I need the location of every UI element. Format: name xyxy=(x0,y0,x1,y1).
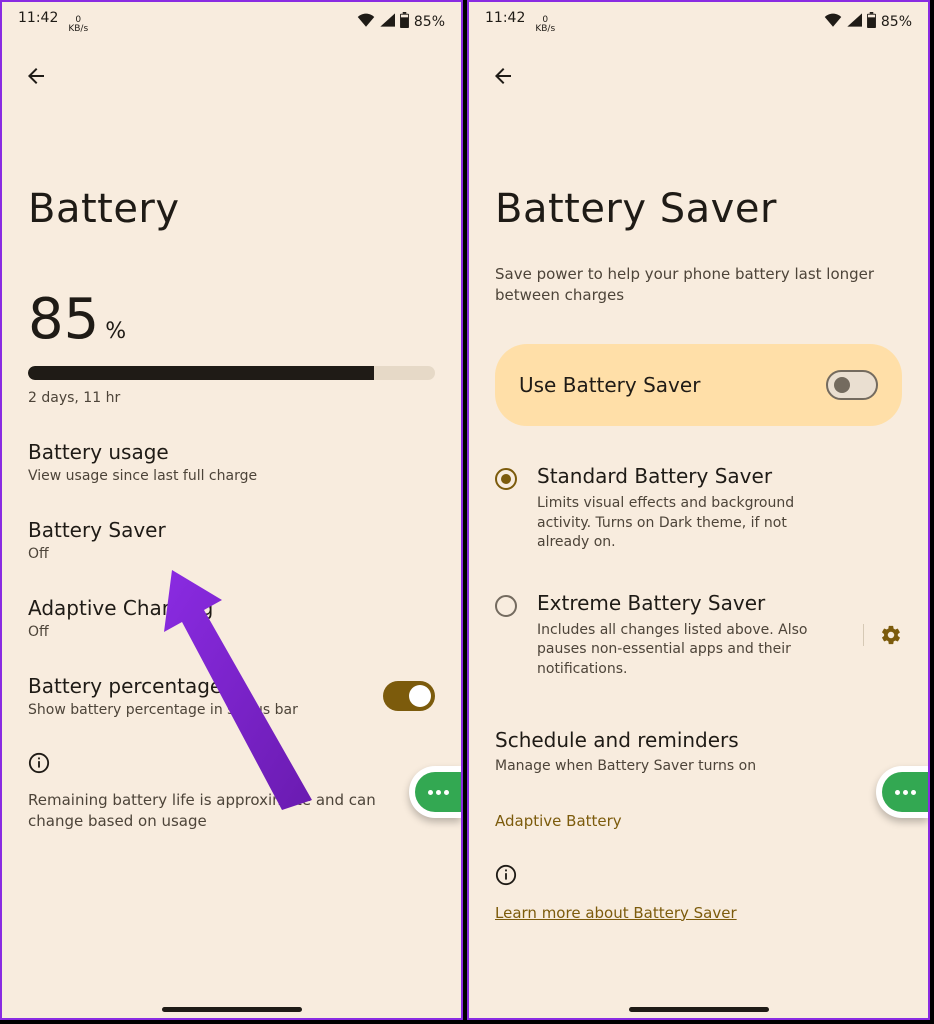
page-description: Save power to help your phone battery la… xyxy=(495,264,902,306)
radio-unselected-icon xyxy=(495,595,517,617)
status-time: 11:42 xyxy=(18,10,58,26)
page-title: Battery Saver xyxy=(495,186,902,232)
back-button[interactable] xyxy=(483,56,523,96)
info-footer: Remaining battery life is approximate an… xyxy=(28,790,435,832)
battery-estimate: 2 days, 11 hr xyxy=(28,390,435,406)
adaptive-charging-row[interactable]: Adaptive Charging Off xyxy=(28,596,435,640)
battery-percentage-readout: 85 % xyxy=(28,292,435,348)
use-battery-saver-toggle[interactable] xyxy=(826,370,878,400)
battery-usage-row[interactable]: Battery usage View usage since last full… xyxy=(28,440,435,484)
screen-battery-saver: 11:42 0KB/s 85% Batte xyxy=(467,0,930,1020)
wifi-icon xyxy=(824,13,842,31)
fab-more[interactable] xyxy=(409,766,461,818)
battery-bar xyxy=(28,366,435,380)
status-battery-pct: 85% xyxy=(414,14,445,30)
mode-extreme[interactable]: Extreme Battery Saver Includes all chang… xyxy=(495,591,902,680)
info-icon xyxy=(28,752,435,774)
more-icon xyxy=(428,790,449,795)
extreme-settings-button[interactable] xyxy=(863,624,902,646)
schedule-row[interactable]: Schedule and reminders xyxy=(495,728,902,752)
gesture-bar xyxy=(162,1007,302,1012)
gesture-bar xyxy=(629,1007,769,1012)
status-network-rate: 0KB/s xyxy=(535,16,555,34)
use-battery-saver-label: Use Battery Saver xyxy=(519,373,700,397)
page-title: Battery xyxy=(28,186,435,232)
mode-standard[interactable]: Standard Battery Saver Limits visual eff… xyxy=(495,464,902,553)
use-battery-saver-card[interactable]: Use Battery Saver xyxy=(495,344,902,426)
adaptive-battery-link[interactable]: Adaptive Battery xyxy=(495,812,902,830)
status-bar: 11:42 0KB/s 85% xyxy=(2,2,461,34)
battery-icon xyxy=(399,12,410,32)
info-icon xyxy=(495,864,902,890)
radio-selected-icon xyxy=(495,468,517,490)
battery-saver-row[interactable]: Battery Saver Off xyxy=(28,518,435,562)
status-bar: 11:42 0KB/s 85% xyxy=(469,2,928,34)
battery-icon xyxy=(866,12,877,32)
more-icon xyxy=(895,790,916,795)
signal-icon xyxy=(846,13,862,31)
schedule-sub: Manage when Battery Saver turns on xyxy=(495,758,902,774)
status-battery-pct: 85% xyxy=(881,14,912,30)
battery-percentage-toggle[interactable] xyxy=(383,681,435,711)
status-network-rate: 0KB/s xyxy=(68,16,88,34)
status-time: 11:42 xyxy=(485,10,525,26)
battery-percentage-row[interactable]: Battery percentage Show battery percenta… xyxy=(28,674,435,718)
learn-more-link[interactable]: Learn more about Battery Saver xyxy=(495,904,902,922)
wifi-icon xyxy=(357,13,375,31)
screen-battery: 11:42 0KB/s 85% Batte xyxy=(0,0,463,1020)
signal-icon xyxy=(379,13,395,31)
back-button[interactable] xyxy=(16,56,56,96)
fab-more[interactable] xyxy=(876,766,928,818)
gear-icon xyxy=(880,624,902,646)
